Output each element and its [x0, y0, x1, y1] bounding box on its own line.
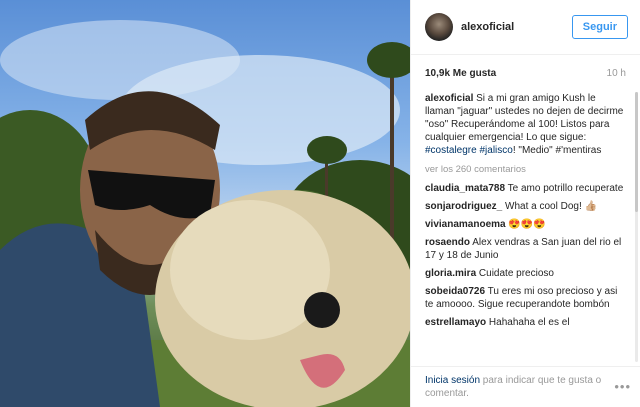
caption-tail: ! "Medio" #'mentiras	[512, 145, 602, 156]
comment-username[interactable]: rosaendo	[425, 237, 470, 248]
comment: vivianamanoema 😍😍😍	[425, 218, 627, 231]
comment-username[interactable]: sobeida0726	[425, 286, 485, 297]
comment: sobeida0726 Tu eres mi oso precioso y as…	[425, 285, 627, 311]
likes-count[interactable]: 10,9k Me gusta	[425, 68, 496, 79]
post-sidebar: alexoficial Seguir 10,9k Me gusta 10 h a…	[410, 0, 640, 407]
comment: rosaendo Alex vendras a San juan del rio…	[425, 236, 627, 262]
comment-text: Hahahaha el es el	[486, 317, 570, 328]
post-meta: 10,9k Me gusta 10 h	[411, 55, 640, 79]
caption: alexoficial Si a mi gran amigo Kush le l…	[425, 92, 627, 157]
comment: estrellamayo Hahahaha el es el	[425, 316, 627, 329]
avatar[interactable]	[425, 13, 453, 41]
post-header: alexoficial Seguir	[411, 0, 640, 55]
comments-scroller[interactable]: alexoficial Si a mi gran amigo Kush le l…	[411, 92, 640, 362]
login-footer: Inicia sesión para indicar que te gusta …	[411, 366, 640, 407]
ellipsis-icon[interactable]: •••	[614, 380, 631, 393]
post-photo	[0, 0, 410, 407]
photo-illustration	[0, 20, 410, 407]
comment-text: Cuidate precioso	[476, 268, 554, 279]
comment: gloria.mira Cuidate precioso	[425, 267, 627, 280]
comment: claudia_mata788 Te amo potrillo recupera…	[425, 182, 627, 195]
caption-username[interactable]: alexoficial	[425, 93, 473, 104]
comment-text: Te amo potrillo recuperate	[505, 183, 624, 194]
hashtag-jalisco[interactable]: #jalisco	[479, 145, 512, 156]
comment-text: What a cool Dog! 👍🏼	[502, 201, 597, 212]
scrollbar-thumb[interactable]	[635, 92, 638, 212]
follow-button[interactable]: Seguir	[571, 15, 628, 39]
comment-username[interactable]: claudia_mata788	[425, 183, 505, 194]
comment-username[interactable]: vivianamanoema	[425, 219, 506, 230]
time-ago: 10 h	[606, 68, 626, 79]
hashtag-costalegre[interactable]: #costalegre	[425, 145, 477, 156]
login-link[interactable]: Inicia sesión	[425, 375, 480, 386]
comment-username[interactable]: sonjarodriguez_	[425, 201, 502, 212]
comment-username[interactable]: gloria.mira	[425, 268, 476, 279]
comment-username[interactable]: estrellamayo	[425, 317, 486, 328]
comment: sonjarodriguez_ What a cool Dog! 👍🏼	[425, 200, 627, 213]
more-comments-link[interactable]: ver los 260 comentarios	[425, 163, 627, 176]
comments-scrollbar[interactable]	[635, 92, 638, 362]
comment-text: 😍😍😍	[505, 219, 546, 230]
header-username[interactable]: alexoficial	[461, 21, 572, 33]
